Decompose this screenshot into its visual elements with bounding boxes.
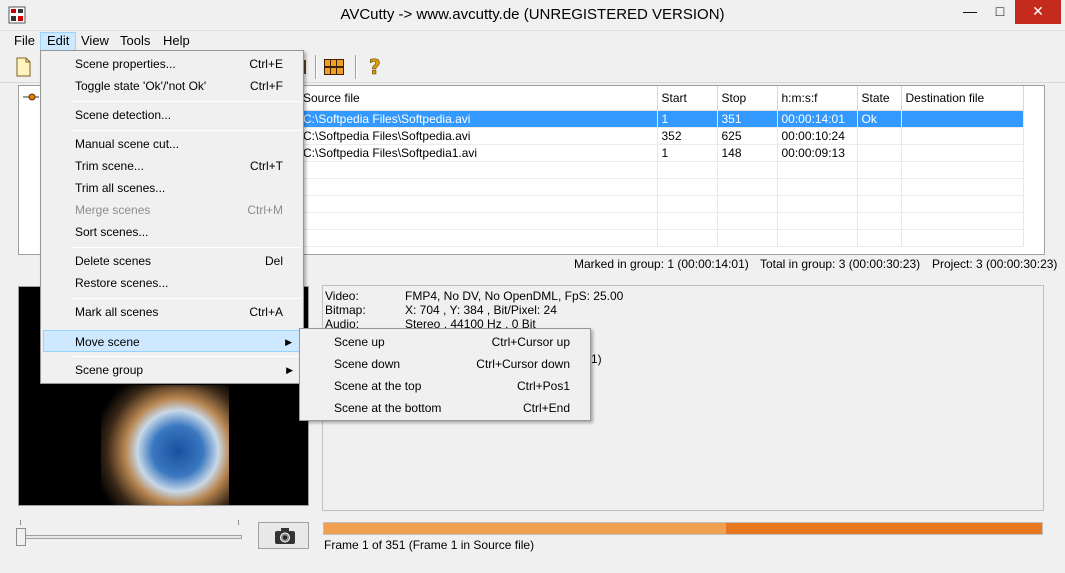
cell-stop: 148	[717, 144, 778, 162]
frame-slider[interactable]	[20, 535, 242, 539]
progress-bar	[323, 522, 1043, 535]
minimize-button[interactable]: —	[955, 0, 985, 24]
menu-separator	[71, 130, 301, 131]
menu-restore-scenes[interactable]: Restore scenes...	[43, 272, 301, 294]
scene-grid[interactable]: Source file Start Stop h:m:s:f State Des…	[299, 86, 1024, 247]
svg-text:?: ?	[369, 56, 381, 78]
window-title: AVCutty -> www.avcutty.de (UNREGISTERED …	[340, 6, 725, 23]
column-header[interactable]: Destination file	[901, 86, 1024, 111]
menu-scene-top[interactable]: Scene at the top Ctrl+Pos1	[302, 375, 588, 397]
cell-stop: 625	[717, 127, 778, 145]
menu-manual-cut[interactable]: Manual scene cut...	[43, 133, 301, 155]
table-row[interactable]: C:\Softpedia Files\Softpedia.avi 1 351 0…	[299, 110, 1024, 128]
progress-fill-segment	[726, 523, 1042, 534]
menu-scene-down[interactable]: Scene down Ctrl+Cursor down	[302, 353, 588, 375]
cell-time: 00:00:14:01	[777, 110, 858, 128]
menu-scene-properties[interactable]: Scene properties... Ctrl+E	[43, 53, 301, 75]
menu-sort-scenes[interactable]: Sort scenes...	[43, 221, 301, 243]
total-status: Total in group: 3 (00:00:30:23)	[760, 257, 921, 271]
submenu-arrow-icon: ▶	[285, 337, 292, 347]
scene-table[interactable]: Source file Start Stop h:m:s:f State Des…	[298, 85, 1045, 255]
menu-scene-bottom[interactable]: Scene at the bottom Ctrl+End	[302, 397, 588, 419]
progress-fill	[324, 523, 726, 534]
table-row-empty	[299, 195, 1024, 213]
toolbar-separator	[315, 55, 317, 79]
menu-toggle-state[interactable]: Toggle state 'Ok'/'not Ok' Ctrl+F	[43, 75, 301, 97]
menu-scene-detection[interactable]: Scene detection...	[43, 104, 301, 126]
menu-delete-scenes[interactable]: Delete scenes Del	[43, 250, 301, 272]
menu-view[interactable]: View	[75, 32, 115, 51]
cell-start: 1	[657, 110, 718, 128]
menu-scene-group[interactable]: Scene group ▶	[43, 359, 301, 381]
frame-slider-thumb[interactable]	[16, 528, 26, 546]
column-header[interactable]: Start	[657, 86, 718, 111]
table-row-empty	[299, 212, 1024, 230]
column-header[interactable]: Source file	[299, 86, 658, 111]
menu-help[interactable]: Help	[157, 32, 196, 51]
edit-menu: Scene properties... Ctrl+E Toggle state '…	[40, 50, 304, 384]
menu-separator	[71, 247, 301, 248]
group-status: Marked in group: 1 (00:00:14:01) Total i…	[298, 256, 1057, 272]
camera-icon	[275, 528, 295, 544]
menu-mark-all[interactable]: Mark all scenes Ctrl+A	[43, 301, 301, 323]
info-partial: 1)	[591, 352, 602, 366]
menu-merge-scenes: Merge scenes Ctrl+M	[75, 203, 283, 217]
cell-state	[857, 127, 902, 145]
menu-edit[interactable]: Edit	[40, 32, 77, 51]
menu-separator	[71, 356, 301, 357]
cell-source: C:\Softpedia Files\Softpedia1.avi	[299, 144, 658, 162]
help-icon[interactable]: ?	[364, 56, 386, 78]
menu-trim-scene[interactable]: Trim scene... Ctrl+T	[43, 155, 301, 177]
menu-tools[interactable]: Tools	[114, 32, 156, 51]
menu-file[interactable]: File	[8, 32, 41, 51]
project-status: Project: 3 (00:00:30:23)	[932, 257, 1058, 271]
frame-status: Frame 1 of 351 (Frame 1 in Source file)	[324, 538, 535, 552]
cell-stop: 351	[717, 110, 778, 128]
table-row-empty	[299, 161, 1024, 179]
info-video: Video: FMP4, No DV, No OpenDML, FpS: 25.0…	[325, 289, 624, 303]
cell-start: 1	[657, 144, 718, 162]
table-row[interactable]: C:\Softpedia Files\Softpedia.avi 352 625…	[299, 127, 1024, 145]
slider-tick	[238, 520, 239, 525]
menu-scene-up[interactable]: Scene up Ctrl+Cursor up	[302, 331, 588, 353]
cell-start: 352	[657, 127, 718, 145]
tree-node-icon[interactable]	[23, 92, 39, 102]
cell-state: Ok	[857, 110, 902, 128]
cell-destination	[901, 144, 1024, 162]
marked-status: Marked in group: 1 (00:00:14:01)	[574, 257, 749, 271]
maximize-button[interactable]: □	[985, 0, 1015, 24]
cell-source: C:\Softpedia Files\Softpedia.avi	[299, 127, 658, 145]
snapshot-button[interactable]	[258, 522, 309, 549]
table-row-empty	[299, 178, 1024, 196]
slider-tick	[20, 520, 21, 525]
move-scene-submenu: Scene up Ctrl+Cursor up Scene down Ctrl+Cu…	[299, 328, 591, 421]
menu-move-scene[interactable]: Move scene ▶	[43, 330, 301, 352]
video-frame	[101, 385, 229, 505]
menu-bar: File Edit View Tools Help	[0, 31, 1065, 51]
menu-separator	[71, 101, 301, 102]
cell-time: 00:00:10:24	[777, 127, 858, 145]
column-header[interactable]: Stop	[717, 86, 778, 111]
menu-separator	[71, 298, 301, 299]
toolbar-separator	[355, 55, 357, 79]
cell-source: C:\Softpedia Files\Softpedia.avi	[299, 110, 658, 128]
table-header: Source file Start Stop h:m:s:f State Des…	[299, 86, 1024, 111]
table-row[interactable]: C:\Softpedia Files\Softpedia1.avi 1 148 …	[299, 144, 1024, 162]
cell-state	[857, 144, 902, 162]
cell-destination	[901, 110, 1024, 128]
column-header[interactable]: State	[857, 86, 902, 111]
column-header[interactable]: h:m:s:f	[777, 86, 858, 111]
new-file-icon[interactable]	[12, 56, 34, 78]
close-button[interactable]: ✕	[1015, 0, 1061, 24]
cell-destination	[901, 127, 1024, 145]
info-bitmap: Bitmap: X: 704 , Y: 384 , Bit/Pixel: 24	[325, 303, 557, 317]
submenu-arrow-icon: ▶	[286, 365, 293, 375]
title-bar: AVCutty -> www.avcutty.de (UNREGISTERED …	[0, 0, 1065, 31]
menu-trim-all[interactable]: Trim all scenes...	[43, 177, 301, 199]
cell-time: 00:00:09:13	[777, 144, 858, 162]
table-row-empty	[299, 229, 1024, 247]
grid-view-icon[interactable]	[323, 56, 345, 78]
